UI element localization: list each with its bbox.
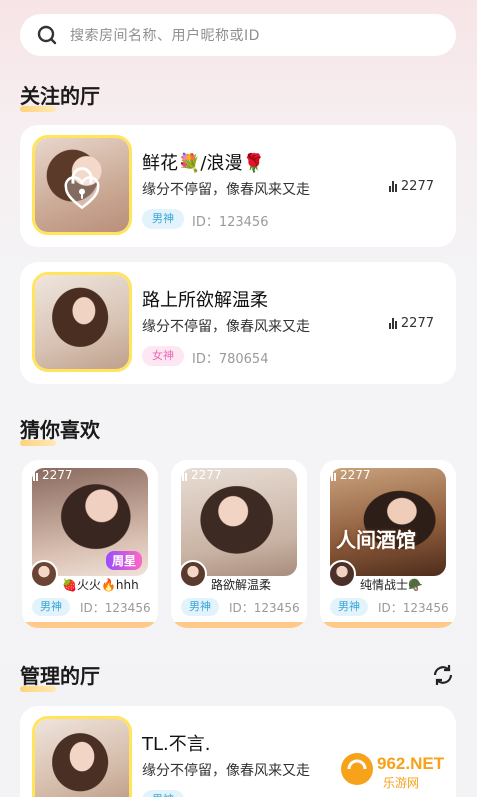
room-name: 鲜花💐/浪漫🌹 [142,153,265,174]
search-icon [36,24,58,46]
section-title-guess: 猜你喜欢 [20,414,100,446]
room-thumbnail [32,272,132,372]
room-id: ID：780654 [192,352,269,367]
poster-title: 人间酒馆 [336,528,416,552]
room-thumbnail: 人间酒馆 [330,468,446,576]
avatar [30,560,58,588]
weekly-star-badge: 周星 [105,551,142,570]
gender-tag: 女神 [142,346,184,366]
room-desc: 缘分不停留，像春风来又走 [142,763,310,779]
host-name: 纯情战士🪖 [360,578,423,592]
room-desc: 缘分不停留，像春风来又走 [142,319,310,335]
host-name: 路欲解温柔 [211,578,272,592]
listener-count: 2277 [30,468,73,482]
room-thumbnail [181,468,297,576]
audio-bars-icon [179,469,187,481]
room-desc: 缘分不停留，像春风来又走 [142,182,310,198]
search-bar[interactable]: 搜索房间名称、用户昵称或ID [20,14,456,56]
listener-count: 2277 [388,179,434,194]
room-thumbnail [32,135,132,235]
avatar [179,560,207,588]
gender-tag: 男神 [181,598,219,616]
room-id: ID：123456 [80,601,151,615]
followed-room-card[interactable]: 鲜花💐/浪漫🌹 缘分不停留，像春风来又走 2277 男神 ID：123456 [20,125,456,247]
listener-count: 2277 [328,468,371,482]
recommended-room-card[interactable]: 2277 路欲解温柔 男神 ID：123456 [171,460,307,628]
site-watermark: 962.NET 乐游网 [341,753,445,790]
gender-tag: 男神 [32,598,70,616]
room-id: ID：123456 [192,792,268,797]
room-thumbnail [32,716,132,797]
refresh-icon[interactable] [431,663,455,687]
audio-bars-icon [328,469,336,481]
avatar [328,560,356,588]
watermark-sub: 乐游网 [383,776,419,790]
audio-bars-icon [30,469,38,481]
recommended-room-card[interactable]: 周星 2277 🍓火火🔥hhh 男神 ID：123456 [22,460,158,628]
listener-count: 2277 [388,316,434,331]
section-title-managed: 管理的厅 [20,660,100,692]
recommended-room-card[interactable]: 人间酒馆 2277 纯情战士🪖 男神 ID：123456 [320,460,456,628]
watermark-brand: 962.NET [377,754,445,773]
room-id: ID：123456 [378,601,449,615]
room-name: TL.不言. [142,734,211,755]
gender-tag: 男神 [330,598,368,616]
lock-icon [64,167,100,210]
followed-room-card[interactable]: 路上所欲解温柔 缘分不停留，像春风来又走 2277 女神 ID：780654 [20,262,456,384]
gender-tag: 男神 [142,209,184,229]
room-name: 路上所欲解温柔 [142,290,268,311]
audio-bars-icon [388,181,397,192]
room-thumbnail: 周星 [32,468,148,576]
room-id: ID：123456 [192,215,269,230]
room-id: ID：123456 [229,601,300,615]
card-accent-bar [22,622,158,628]
section-title-followed: 关注的厅 [20,80,100,112]
host-name: 🍓火火🔥hhh [62,578,139,592]
gender-tag: 男神 [142,790,184,797]
search-placeholder: 搜索房间名称、用户昵称或ID [70,28,260,44]
listener-count: 2277 [179,468,222,482]
audio-bars-icon [388,318,397,329]
card-accent-bar [320,622,456,628]
card-accent-bar [171,622,307,628]
